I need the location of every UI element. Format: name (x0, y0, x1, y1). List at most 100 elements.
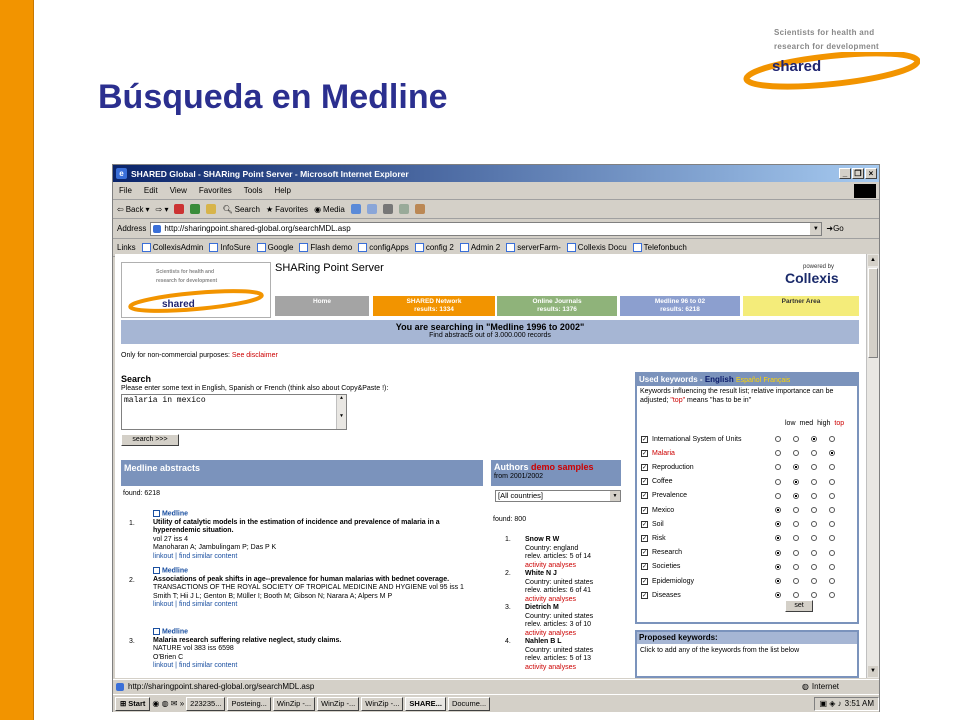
task-4[interactable]: WinZip -... (317, 696, 360, 711)
weight-radio-low[interactable] (775, 563, 781, 570)
refresh-icon[interactable] (190, 204, 201, 214)
keyword-checkbox[interactable]: ✓ (641, 463, 648, 471)
quicklaunch-icons[interactable]: ◉ ◍ ✉ » (152, 699, 184, 708)
weight-radio-med[interactable] (793, 507, 799, 513)
author-name[interactable]: Dietrich M (525, 604, 621, 613)
scrollbar-thumb[interactable] (868, 268, 878, 358)
citation-title[interactable]: Malaria research suffering relative negl… (153, 637, 483, 646)
weight-radio-med[interactable] (793, 436, 799, 442)
print-icon[interactable] (382, 204, 393, 214)
forward-button[interactable]: ⇨ ▾ (156, 205, 169, 214)
medline-doc-icon[interactable] (153, 510, 160, 517)
activity-link[interactable]: activity analyses (525, 562, 621, 571)
lang-espanol[interactable]: Español (736, 377, 761, 384)
task-5[interactable]: WinZip -... (361, 696, 404, 711)
keyword-checkbox[interactable]: ✓ (641, 506, 648, 514)
weight-radio-low[interactable] (775, 450, 781, 457)
weight-radio-high[interactable] (811, 563, 817, 570)
weight-radio-low[interactable] (775, 578, 781, 584)
citation-links[interactable]: linkout | find similar content (153, 662, 483, 671)
weight-radio-med[interactable] (793, 578, 799, 584)
weight-radio-low[interactable] (775, 549, 781, 556)
weight-radio-low[interactable] (775, 436, 781, 442)
weight-radio-low[interactable] (775, 507, 781, 513)
weight-radio-med[interactable] (793, 535, 799, 542)
link-infosure[interactable]: InfoSure (209, 243, 251, 252)
weight-radio-high[interactable] (811, 578, 817, 584)
weight-radio-top[interactable] (829, 521, 835, 528)
lang-english[interactable]: English (705, 375, 734, 384)
weight-radio-low[interactable] (775, 535, 781, 542)
weight-radio-med[interactable] (793, 464, 799, 471)
link-serverfarm[interactable]: serverFarm- (506, 243, 561, 252)
weight-radio-top[interactable] (829, 592, 835, 599)
author-name[interactable]: White N J (525, 570, 621, 579)
keyword-checkbox[interactable]: ✓ (641, 549, 648, 557)
nav-online-journals[interactable]: Online Journals results: 1376 (497, 296, 617, 316)
restore-button[interactable]: ❐ (852, 168, 864, 179)
citation-links[interactable]: linkout | find similar content (153, 553, 483, 562)
medline-doc-icon[interactable] (153, 567, 160, 574)
activity-link[interactable]: activity analyses (525, 596, 621, 605)
nav-medline[interactable]: Medline 96 to 02 results: 6218 (620, 296, 740, 316)
textarea-scrollbar[interactable]: ▲ ▼ (336, 395, 346, 429)
search-button[interactable]: 🔍︎ Search (222, 205, 260, 214)
weight-radio-low[interactable] (775, 464, 781, 471)
weight-radio-high[interactable] (811, 521, 817, 528)
author-name[interactable]: Nahlen B L (525, 638, 621, 647)
tray-icons[interactable]: ▣ ◈ ♪ (819, 699, 841, 708)
weight-radio-med[interactable] (793, 492, 799, 499)
keyword-checkbox[interactable]: ✓ (641, 534, 648, 542)
go-button[interactable]: ➜Go (826, 224, 843, 233)
keyword-checkbox[interactable]: ✓ (641, 449, 648, 457)
stop-icon[interactable] (174, 204, 185, 214)
address-dropdown-icon[interactable]: ▼ (810, 222, 822, 235)
weight-radio-low[interactable] (775, 492, 781, 499)
link-configapps[interactable]: configApps (358, 243, 409, 252)
link-collexis-docu[interactable]: Collexis Docu (566, 243, 627, 252)
nav-shared-network[interactable]: SHARED Network results: 1334 (373, 296, 495, 316)
minimize-button[interactable]: _ (839, 168, 851, 179)
disclaimer-link[interactable]: See disclaimer (232, 352, 278, 359)
weight-radio-med[interactable] (793, 521, 799, 528)
keyword-checkbox[interactable]: ✓ (641, 591, 648, 599)
weight-radio-high[interactable] (811, 549, 817, 556)
weight-radio-high[interactable] (811, 436, 817, 442)
weight-radio-med[interactable] (793, 563, 799, 570)
weight-radio-top[interactable] (829, 450, 835, 457)
weight-radio-top[interactable] (829, 492, 835, 499)
weight-radio-top[interactable] (829, 478, 835, 485)
weight-radio-med[interactable] (793, 549, 799, 556)
weight-radio-high[interactable] (811, 592, 817, 599)
media-button[interactable]: ◉ Media (314, 205, 345, 214)
weight-radio-high[interactable] (811, 507, 817, 513)
task-7[interactable]: Docume... (447, 696, 491, 711)
mail-icon[interactable] (366, 204, 377, 214)
weight-radio-top[interactable] (829, 507, 835, 513)
weight-radio-high[interactable] (811, 464, 817, 471)
task-2[interactable]: Posteing... (227, 696, 271, 711)
menu-file[interactable]: File (119, 186, 132, 195)
link-flash-demo[interactable]: Flash demo (299, 243, 352, 252)
keyword-checkbox[interactable]: ✓ (641, 563, 648, 571)
weight-radio-top[interactable] (829, 464, 835, 471)
weight-radio-top[interactable] (829, 549, 835, 556)
task-6-active[interactable]: SHARE... (405, 696, 446, 711)
medline-doc-icon[interactable] (153, 628, 160, 635)
menu-view[interactable]: View (170, 186, 187, 195)
link-telefonbuch[interactable]: Telefonbuch (632, 243, 687, 252)
edit-icon[interactable] (398, 204, 409, 214)
keyword-checkbox[interactable]: ✓ (641, 478, 648, 486)
weight-radio-high[interactable] (811, 478, 817, 485)
weight-radio-top[interactable] (829, 535, 835, 542)
link-collexisadmin[interactable]: CollexisAdmin (141, 243, 203, 252)
weight-radio-top[interactable] (829, 436, 835, 442)
nav-home[interactable]: Home (275, 296, 369, 316)
weight-radio-high[interactable] (811, 535, 817, 542)
weight-radio-high[interactable] (811, 450, 817, 457)
citation-title[interactable]: Utility of catalytic models in the estim… (153, 519, 483, 536)
activity-link[interactable]: activity analyses (525, 630, 621, 639)
link-admin-2[interactable]: Admin 2 (459, 243, 500, 252)
back-button[interactable]: ⇦ Back ▾ (117, 205, 150, 214)
task-1[interactable]: 223235... (186, 696, 226, 711)
